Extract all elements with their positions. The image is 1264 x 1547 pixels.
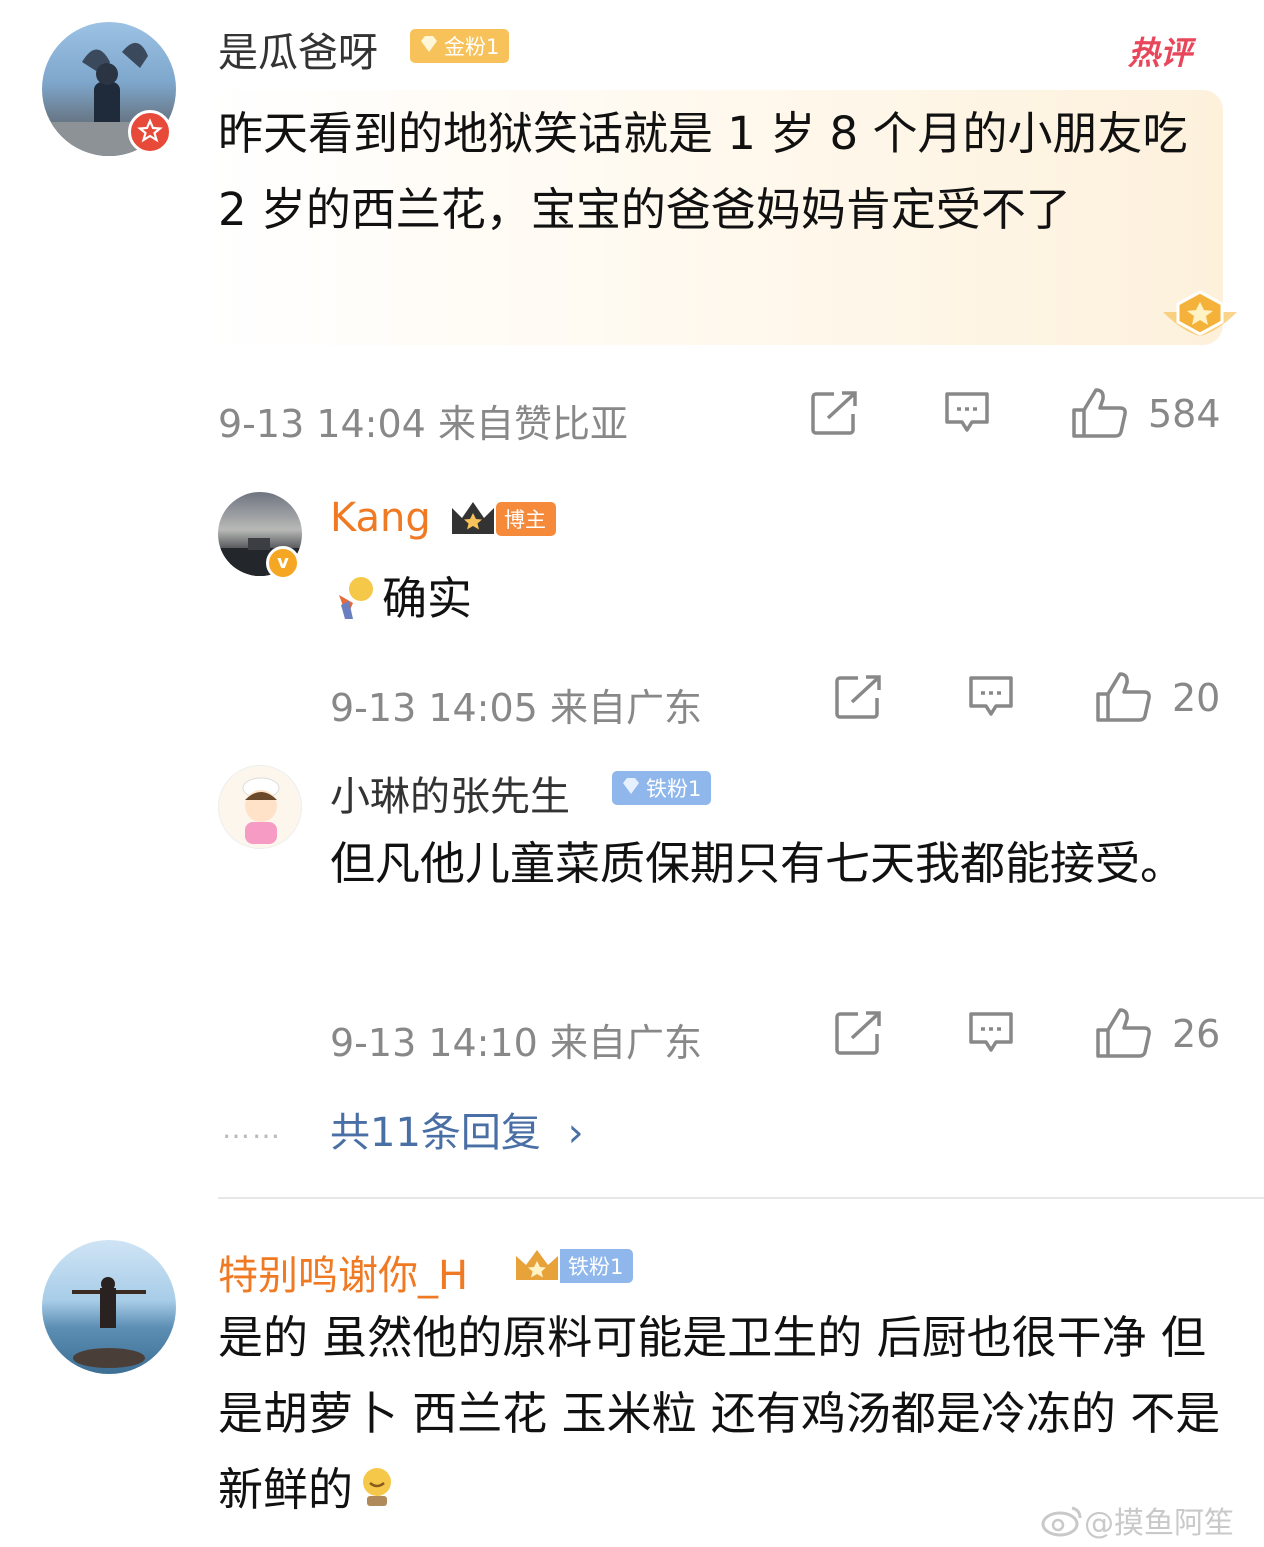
smiling-emoji-icon [357, 1455, 397, 1531]
reply-text: 但凡他儿童菜质保期只有七天我都能接受。 [330, 837, 1186, 890]
fan-badge: 金粉1 [410, 29, 510, 63]
weibo-logo-icon [1040, 1504, 1084, 1546]
username[interactable]: 特别鸣谢你_H [218, 1243, 468, 1301]
comment-icon[interactable] [942, 390, 992, 436]
comment-divider [218, 1197, 1264, 1199]
share-icon[interactable] [810, 390, 860, 436]
avatar[interactable] [42, 1240, 176, 1374]
timestamp: 9-13 14:10 来自广东 [330, 1021, 702, 1065]
share-icon[interactable] [834, 674, 884, 720]
crown-icon [448, 496, 498, 544]
avatar[interactable] [218, 765, 302, 849]
location: 来自广东 [549, 1021, 702, 1065]
verified-badge-icon [128, 110, 172, 154]
comment-text: 昨天看到的地狱笑话就是 1 岁 8 个月的小朋友吃 2 岁的西兰花，宝宝的爸爸妈… [218, 107, 1188, 236]
thumbs-up-icon[interactable] [1070, 386, 1128, 440]
username[interactable]: 小琳的张先生 [330, 764, 570, 822]
gem-icon [418, 34, 440, 59]
fan-badge: 铁粉1 [560, 1249, 634, 1283]
thumbs-up-icon[interactable] [1094, 670, 1152, 724]
location: 来自广东 [549, 686, 702, 730]
fan-badge-label: 金粉1 [444, 35, 500, 59]
thumbs-up-icon[interactable] [1094, 1006, 1152, 1060]
blogger-badge: 博主 [496, 502, 556, 536]
medal-icon [1155, 282, 1245, 346]
reply-text: 确实 [382, 572, 473, 625]
comment-text: 是的 虽然他的原料可能是卫生的 后厨也很干净 但是胡萝卜 西兰花 玉米粒 还有鸡… [218, 1300, 1228, 1531]
username[interactable]: Kang [330, 495, 431, 541]
share-icon[interactable] [834, 1010, 884, 1056]
diamond-icon [620, 776, 642, 801]
more-replies-dots: …… [222, 1112, 282, 1145]
location: 来自赞比亚 [437, 402, 628, 446]
hot-comment-badge: 热评 [1128, 34, 1193, 72]
verified-v-icon: v [266, 546, 300, 580]
chevron-right-icon: › [567, 1110, 584, 1156]
comment-icon[interactable] [966, 674, 1016, 720]
fan-badge: 铁粉1 [612, 771, 712, 805]
view-all-replies-link[interactable]: 共11条回复 › [330, 1100, 584, 1158]
like-count: 26 [1172, 1012, 1221, 1056]
timestamp: 9-13 14:05 来自广东 [330, 686, 702, 730]
timestamp: 9-13 14:04 来自赞比亚 [218, 402, 628, 446]
watermark: @摸鱼阿笙 [1040, 1498, 1234, 1546]
like-count: 584 [1148, 392, 1221, 436]
comment-icon[interactable] [966, 1010, 1016, 1056]
crown-icon [512, 1246, 562, 1290]
emoji-sticker-icon [333, 575, 377, 627]
fan-badge-label: 铁粉1 [646, 777, 702, 801]
like-count: 20 [1172, 676, 1221, 720]
username[interactable]: 是瓜爸呀 [218, 20, 378, 78]
